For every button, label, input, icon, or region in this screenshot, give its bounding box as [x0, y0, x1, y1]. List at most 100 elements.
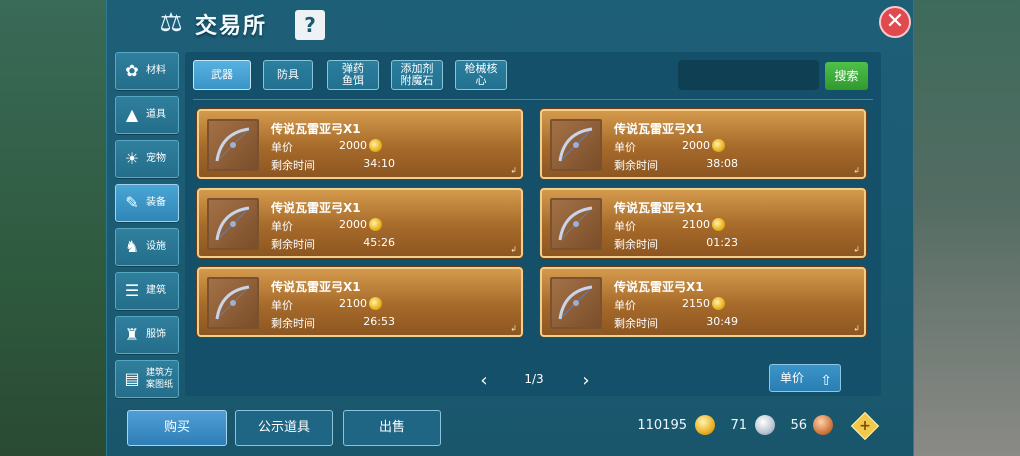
sidebar-item-pets[interactable]: ☀ 宠物 — [115, 140, 179, 178]
price-label: 单价 — [271, 299, 293, 312]
sidebar-item-label: 材料 — [146, 65, 166, 76]
price-label: 单价 — [271, 220, 293, 233]
sidebar-item-label: 设施 — [146, 241, 166, 252]
sidebar-item-label: 服饰 — [146, 329, 166, 340]
price-label: 单价 — [271, 141, 293, 154]
corner-mark-icon: ↲ — [853, 166, 860, 175]
bow-icon — [207, 119, 259, 171]
tab-label: 防具 — [277, 68, 299, 81]
tab-additives[interactable]: 添加剂 附魔石 — [391, 60, 443, 90]
blueprint-icon: ▤ — [124, 369, 140, 388]
gold-coin-icon — [712, 139, 725, 152]
sidebar-item-facilities[interactable]: ♞ 设施 — [115, 228, 179, 266]
tool-icon: ▲ — [125, 105, 139, 124]
gold-coin-icon — [712, 218, 725, 231]
search-input[interactable] — [678, 60, 819, 90]
time-value: 01:23 — [706, 236, 738, 249]
listing-card[interactable]: 传说瓦雷亚弓X1 单价 2000 剩余时间 38:08 ↲ — [540, 109, 866, 179]
price-label: 单价 — [614, 220, 636, 233]
divider — [193, 99, 873, 100]
price-value: 2000 — [339, 218, 367, 231]
tab-armor[interactable]: 防具 — [263, 60, 313, 90]
bow-icon — [207, 277, 259, 329]
tab-label-line2: 鱼饵 — [342, 74, 364, 87]
listing-card[interactable]: 传说瓦雷亚弓X1 单价 2100 剩余时间 26:53 ↲ — [197, 267, 523, 337]
search-button[interactable]: 搜索 — [825, 62, 868, 90]
item-name: 传说瓦雷亚弓X1 — [614, 122, 704, 136]
building-icon: ☰ — [124, 281, 140, 300]
scale-icon: ⚖ — [159, 8, 183, 38]
time-value: 34:10 — [363, 157, 395, 170]
item-name: 传说瓦雷亚弓X1 — [271, 201, 361, 215]
sort-arrow-icon: ⇧ — [820, 373, 832, 389]
gold-coin-icon — [369, 297, 382, 310]
time-label: 剩余时间 — [271, 238, 315, 251]
listing-card[interactable]: 传说瓦雷亚弓X1 单价 2150 剩余时间 30:49 ↲ — [540, 267, 866, 337]
next-page-button[interactable]: › — [579, 370, 593, 391]
gold-coin-icon — [695, 415, 715, 435]
item-name: 传说瓦雷亚弓X1 — [614, 201, 704, 215]
corner-mark-icon: ↲ — [510, 245, 517, 254]
price-value: 2100 — [682, 218, 710, 231]
add-currency-button[interactable]: + — [850, 411, 880, 441]
bow-icon — [550, 277, 602, 329]
time-label: 剩余时间 — [271, 317, 315, 330]
tab-weapons[interactable]: 武器 — [193, 60, 251, 90]
sidebar-item-buildings[interactable]: ☰ 建筑 — [115, 272, 179, 310]
sort-by-price-button[interactable]: 单价 ⇧ — [769, 364, 841, 392]
time-label: 剩余时间 — [614, 159, 658, 172]
copper-coin-icon — [813, 415, 833, 435]
clothing-icon: ♜ — [124, 325, 140, 344]
background-left — [0, 0, 110, 456]
price-value: 2100 — [339, 297, 367, 310]
sidebar-item-clothing[interactable]: ♜ 服饰 — [115, 316, 179, 354]
sidebar-item-label: 建筑方案图纸 — [146, 368, 174, 390]
gold-amount: 110195 — [637, 418, 687, 433]
gold-coin-icon — [712, 297, 725, 310]
category-sidebar: ✿ 材料 ▲ 道具 ☀ 宠物 ✎ 装备 ♞ 设施 ☰ 建筑 ♜ 服饰 ▤ 建筑方 — [115, 52, 179, 404]
time-label: 剩余时间 — [271, 159, 315, 172]
sidebar-item-label: 建筑 — [146, 285, 166, 296]
tab-label: 武器 — [211, 68, 233, 81]
help-button[interactable]: ? — [295, 10, 325, 40]
corner-mark-icon: ↲ — [510, 324, 517, 333]
silver-coin-icon — [755, 415, 775, 435]
bow-icon — [207, 198, 259, 250]
time-value: 26:53 — [363, 315, 395, 328]
listing-card[interactable]: 传说瓦雷亚弓X1 单价 2000 剩余时间 34:10 ↲ — [197, 109, 523, 179]
price-value: 2000 — [339, 139, 367, 152]
trade-panel: ⚖ 交易所 ? ✕ ✿ 材料 ▲ 道具 ☀ 宠物 ✎ 装备 ♞ 设施 ☰ 建筑 — [106, 0, 914, 456]
gold-coin-icon — [369, 218, 382, 231]
listing-card[interactable]: 传说瓦雷亚弓X1 单价 2100 剩余时间 01:23 ↲ — [540, 188, 866, 258]
item-name: 传说瓦雷亚弓X1 — [614, 280, 704, 294]
sidebar-item-label: 宠物 — [146, 153, 166, 164]
tab-gun-core[interactable]: 枪械核 心 — [455, 60, 507, 90]
buy-button[interactable]: 购买 — [127, 410, 227, 446]
prev-page-button[interactable]: ‹ — [477, 370, 491, 391]
paw-icon: ☀ — [124, 149, 140, 168]
tab-label-line2: 心 — [475, 74, 487, 87]
gold-coin-icon — [369, 139, 382, 152]
price-value: 2150 — [682, 297, 710, 310]
plus-icon: + — [859, 418, 871, 434]
item-name: 传说瓦雷亚弓X1 — [271, 280, 361, 294]
time-value: 38:08 — [706, 157, 738, 170]
sidebar-item-materials[interactable]: ✿ 材料 — [115, 52, 179, 90]
bottom-bar: 购买 公示道具 出售 110195 71 56 + — [107, 400, 915, 456]
page-title: 交易所 — [195, 14, 268, 39]
sidebar-item-label: 道具 — [146, 109, 166, 120]
price-label: 单价 — [614, 299, 636, 312]
sell-button[interactable]: 出售 — [343, 410, 441, 446]
tab-ammo-bait[interactable]: 弹药 鱼饵 — [327, 60, 379, 90]
sidebar-item-blueprints[interactable]: ▤ 建筑方案图纸 — [115, 360, 179, 398]
sidebar-item-equipment[interactable]: ✎ 装备 — [115, 184, 179, 222]
time-label: 剩余时间 — [614, 317, 658, 330]
close-button[interactable]: ✕ — [879, 6, 911, 38]
background-right — [910, 0, 1020, 456]
bow-icon — [550, 119, 602, 171]
public-items-button[interactable]: 公示道具 — [235, 410, 333, 446]
sidebar-item-tools[interactable]: ▲ 道具 — [115, 96, 179, 134]
item-name: 传说瓦雷亚弓X1 — [271, 122, 361, 136]
copper-amount: 56 — [790, 418, 807, 433]
listing-card[interactable]: 传说瓦雷亚弓X1 单价 2000 剩余时间 45:26 ↲ — [197, 188, 523, 258]
